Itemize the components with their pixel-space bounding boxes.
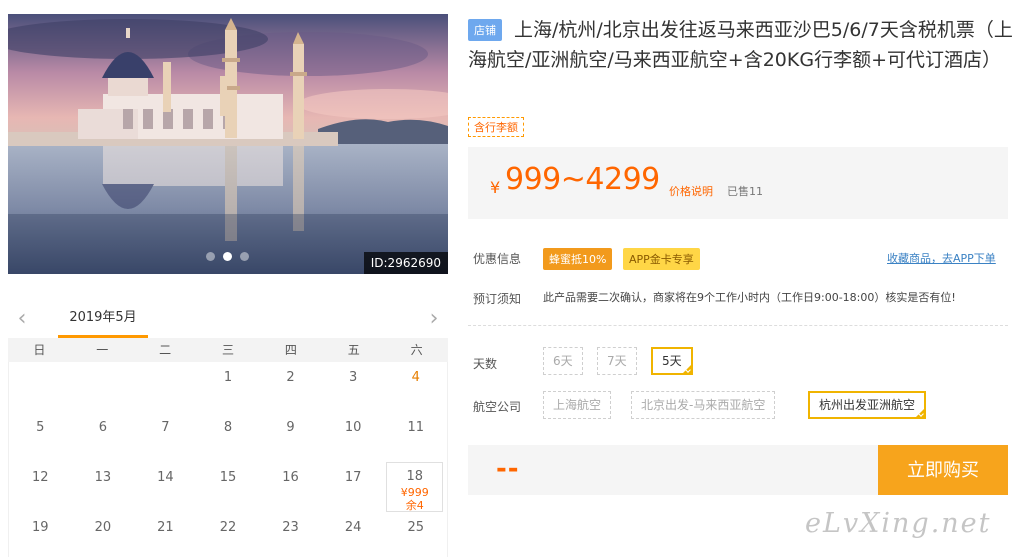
days-option-7[interactable]: 7天 [597, 347, 637, 375]
days-label: 天数 [473, 357, 498, 371]
airline-option-beijing-malaysia[interactable]: 北京出发-马来西亚航空 [631, 391, 776, 419]
calendar-day: 16 [282, 470, 299, 485]
calendar-day-empty [9, 362, 72, 412]
calendar-day: 22 [219, 520, 237, 535]
calendar-day-remaining: 余4 [405, 499, 424, 512]
store-badge[interactable]: 店铺 [468, 19, 502, 41]
carousel-dot[interactable] [206, 252, 215, 261]
buy-now-button[interactable]: 立即购买 [878, 445, 1008, 495]
calendar-day: 25 [407, 520, 424, 535]
calendar-day-empty [134, 362, 197, 412]
weekday-label: 三 [221, 343, 234, 357]
calendar-month-tab[interactable]: 2019年5月 [58, 300, 148, 338]
calendar-day-number: 18 [406, 469, 423, 484]
calendar-day: 19 [32, 520, 49, 535]
calendar-days: 1 2 3 4 5 6 7 8 9 10 11 12 13 14 15 16 1… [8, 362, 448, 557]
calendar-day: 10 [344, 420, 362, 435]
booking-notice-text: 此产品需要二次确认，商家将在9个工作小时内（工作日9:00-18:00）核实是否… [543, 291, 956, 304]
luggage-tag: 含行李额 [468, 117, 524, 137]
product-title: 上海/杭州/北京出发往返马来西亚沙巴5/6/7天含税机票（上海航空/亚洲航空/马… [468, 19, 1013, 71]
weekday-label: 一 [96, 343, 109, 357]
calendar-day: 17 [344, 470, 362, 485]
calendar-day: 8 [223, 420, 233, 435]
weekday-label: 日 [33, 343, 46, 357]
divider [468, 325, 1008, 326]
weekday-label: 六 [410, 343, 423, 357]
selected-price: -- [496, 454, 520, 484]
calendar-day: 2 [286, 370, 295, 385]
mosque-photo-image [8, 14, 448, 274]
favorite-app-link[interactable]: 收藏商品，去APP下单 [887, 250, 996, 266]
calendar-day: 13 [94, 470, 112, 485]
calendar-header: ‹ 2019年5月 › [8, 300, 448, 338]
carousel-dot[interactable] [240, 252, 249, 261]
price-box: ¥ 999~4299 价格说明 已售11 [468, 147, 1008, 219]
photo-id-label: ID:2962690 [363, 252, 448, 274]
price-note-link[interactable]: 价格说明 [669, 183, 713, 199]
product-photo[interactable]: ID:2962690 [8, 14, 448, 274]
sold-count: 已售11 [727, 185, 763, 198]
calendar-day: 12 [32, 470, 49, 485]
days-option-5-selected[interactable]: 5天 [651, 347, 693, 375]
calendar-day: 5 [36, 420, 45, 435]
calendar-day-price: ¥999 [400, 486, 429, 499]
honey-discount-badge: 蜂蜜抵10% [543, 248, 613, 270]
calendar-day: 3 [348, 370, 358, 385]
calendar-day: 9 [286, 420, 295, 435]
weekday-label: 四 [284, 343, 297, 357]
days-option-6[interactable]: 6天 [543, 347, 583, 375]
calendar-day: 15 [219, 470, 237, 485]
calendar-day-available[interactable]: 18 ¥999 余4 [386, 462, 443, 512]
weekday-label: 五 [347, 343, 360, 357]
airline-option-hangzhou-airasia-selected[interactable]: 杭州出发亚洲航空 [808, 391, 927, 419]
calendar-day: 21 [157, 520, 174, 535]
calendar-day: 23 [282, 520, 299, 535]
calendar-day: 24 [344, 520, 362, 535]
watermark: eLvXing.net [805, 508, 992, 539]
weekday-label: 二 [159, 343, 172, 357]
calendar-day: 4 [411, 370, 420, 385]
booking-notice-label: 预订须知 [473, 292, 522, 306]
airline-option-shanghai[interactable]: 上海航空 [543, 391, 612, 419]
chevron-left-icon[interactable]: ‹ [12, 306, 32, 331]
calendar-day-empty [72, 362, 135, 412]
promo-label: 优惠信息 [473, 252, 522, 266]
calendar-day: 20 [94, 520, 112, 535]
buy-bar: -- 立即购买 [468, 445, 1008, 495]
carousel-dots [206, 252, 249, 261]
calendar-day: 14 [157, 470, 174, 485]
carousel-dot-active[interactable] [223, 252, 232, 261]
calendar-day: 7 [161, 420, 170, 435]
calendar-weekdays: 日 一 二 三 四 五 六 [8, 338, 448, 362]
airline-label: 航空公司 [473, 400, 522, 414]
chevron-right-icon[interactable]: › [424, 306, 444, 331]
calendar-grid: 日 一 二 三 四 五 六 1 2 3 4 5 6 7 8 9 10 11 12… [8, 338, 448, 557]
calendar-day: 6 [98, 420, 107, 435]
currency-symbol: ¥ [490, 178, 501, 197]
price-range: 999~4299 [505, 162, 660, 197]
calendar-day: 1 [223, 370, 233, 385]
calendar-day: 11 [407, 420, 424, 435]
app-card-badge: APP金卡专享 [623, 248, 700, 270]
